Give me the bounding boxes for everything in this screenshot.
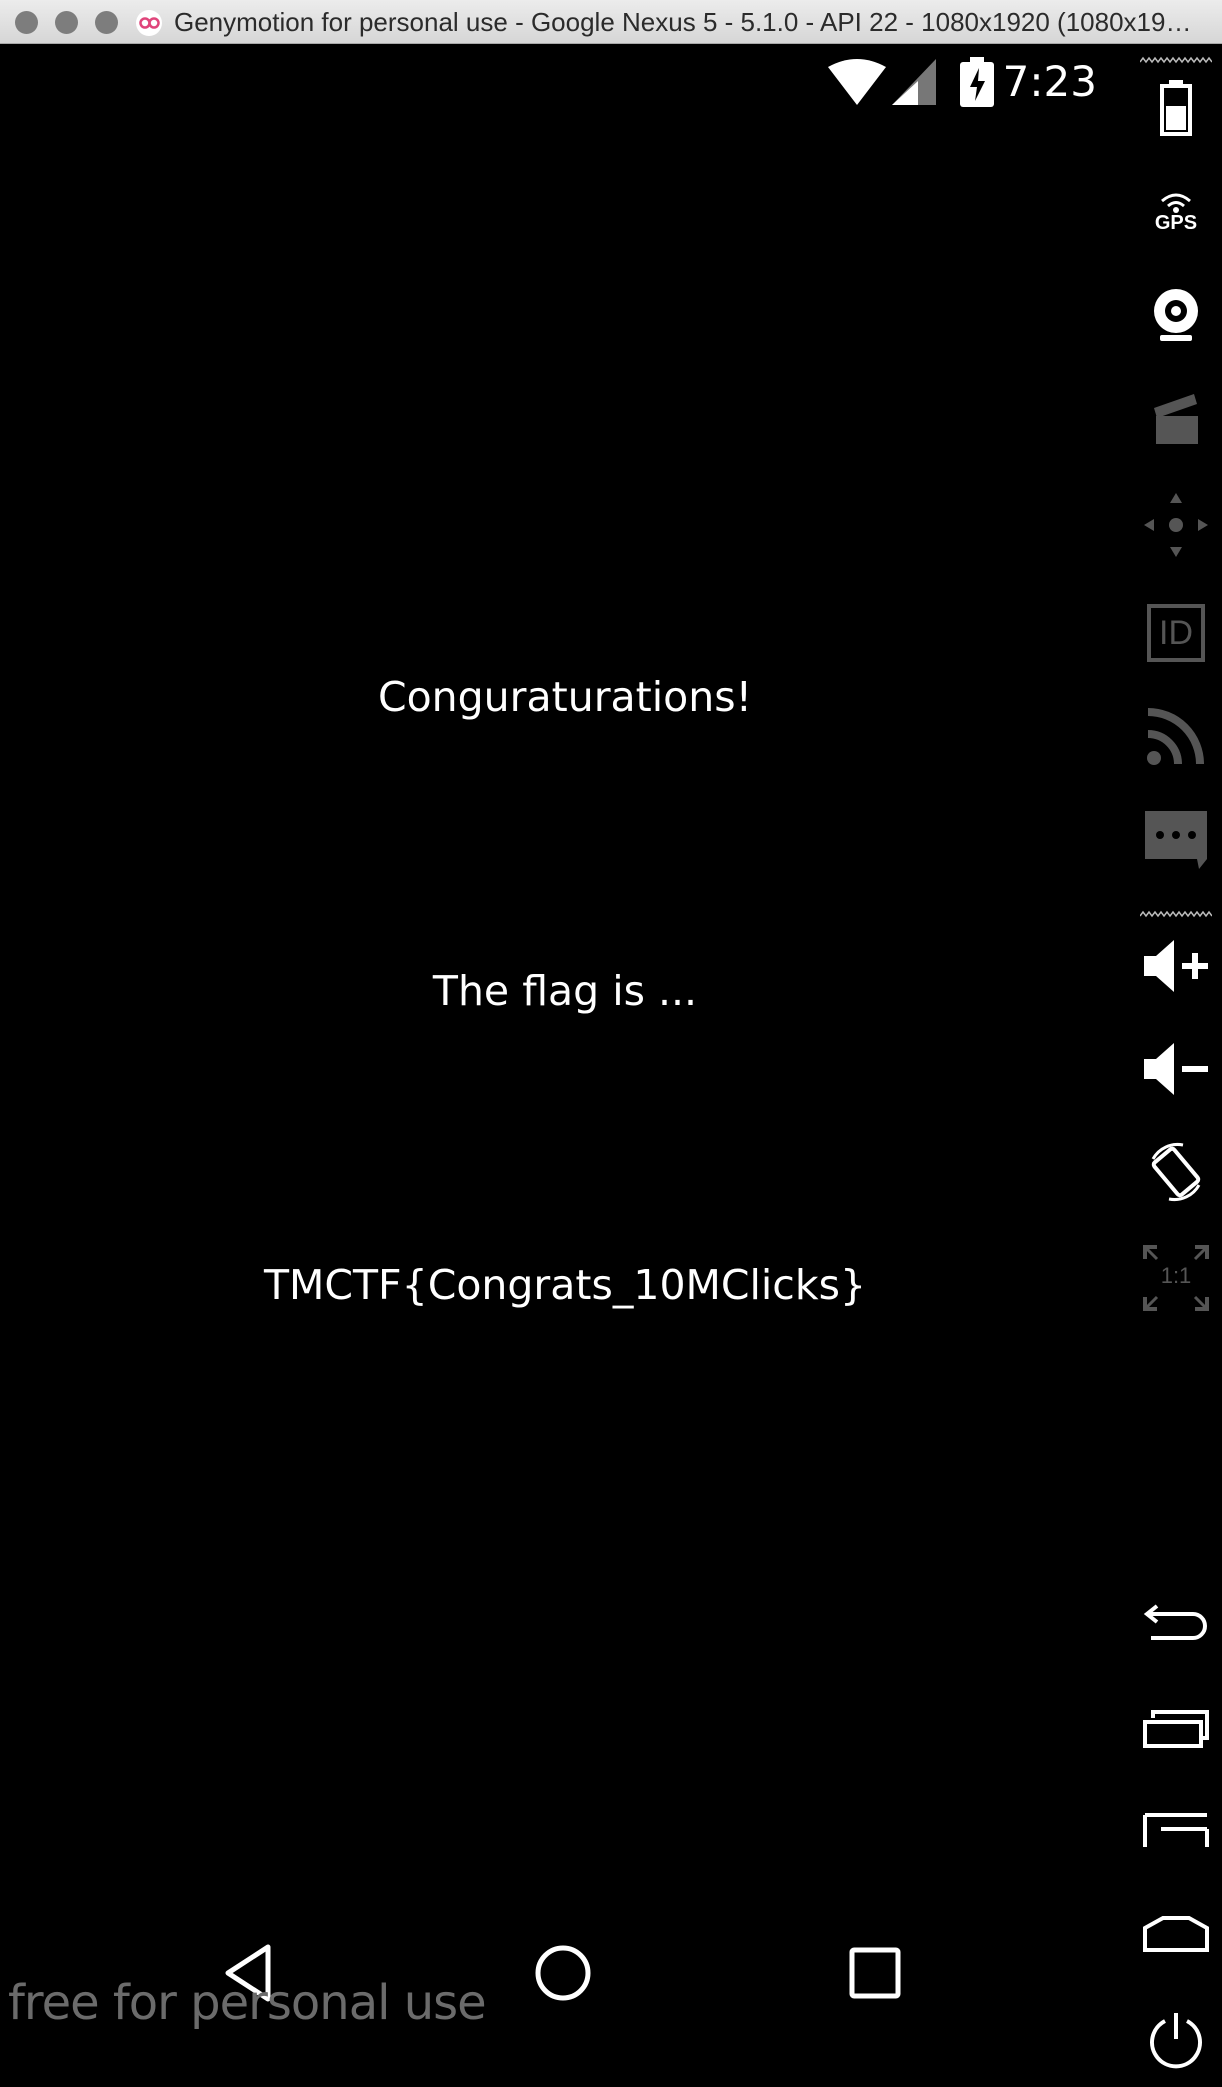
back-button[interactable] — [1130, 1579, 1222, 1669]
gps-icon: GPS — [1155, 191, 1197, 233]
rotate-button[interactable] — [1130, 1129, 1222, 1219]
nav-recents-button[interactable] — [815, 1915, 935, 2035]
status-bar: 7:23 — [0, 45, 1130, 125]
congratulations-text: Conguraturations! — [377, 673, 753, 721]
menu-button[interactable] — [1130, 1788, 1222, 1878]
gps-label: GPS — [1154, 212, 1198, 234]
screencast-widget-button[interactable] — [1130, 377, 1222, 467]
recents-icon — [843, 1941, 907, 2010]
webcam-icon — [1146, 285, 1206, 350]
status-clock: 7:23 — [1002, 57, 1097, 106]
pixel-perfect-icon: 1:1 — [1143, 1245, 1209, 1311]
recent-apps-icon — [1143, 1708, 1209, 1753]
device-id-widget-button[interactable]: ID — [1130, 588, 1222, 678]
close-window-button[interactable] — [15, 11, 38, 34]
recent-apps-button[interactable] — [1130, 1685, 1222, 1775]
device-screen: 7:23 Conguraturations! The flag is ... T… — [0, 45, 1130, 2046]
device-id-icon: ID — [1147, 604, 1205, 662]
rotate-icon — [1143, 1139, 1209, 1210]
power-button[interactable] — [1130, 1997, 1222, 2087]
separator-dots — [1140, 910, 1212, 918]
gps-widget-button[interactable]: GPS — [1130, 167, 1222, 257]
volume-down-button[interactable] — [1130, 1026, 1222, 1116]
zoom-window-button[interactable] — [95, 11, 118, 34]
battery-widget-button[interactable] — [1130, 65, 1222, 155]
sms-icon — [1143, 809, 1209, 876]
screencast-icon — [1150, 392, 1202, 453]
menu-icon — [1143, 1811, 1209, 1856]
id-label: ID — [1159, 613, 1193, 652]
volume-up-button[interactable] — [1130, 923, 1222, 1013]
dpad-icon — [1142, 491, 1210, 564]
battery-icon — [1156, 78, 1196, 143]
dpad-widget-button[interactable] — [1130, 482, 1222, 572]
back-icon — [1143, 1600, 1209, 1649]
cell-signal-icon — [892, 59, 936, 110]
volume-down-icon — [1142, 1041, 1210, 1102]
sms-widget-button[interactable] — [1130, 797, 1222, 887]
genymotion-logo-icon — [136, 10, 162, 36]
wifi-icon — [828, 59, 886, 110]
volume-up-icon — [1142, 938, 1210, 999]
power-icon — [1145, 2009, 1207, 2076]
separator-dots — [1140, 56, 1212, 64]
genymotion-toolbar: GPS ID 1:1 — [1130, 45, 1222, 2068]
network-icon — [1146, 706, 1206, 771]
network-widget-button[interactable] — [1130, 693, 1222, 783]
minimize-window-button[interactable] — [55, 11, 78, 34]
watermark-text: free for personal use — [8, 1975, 487, 2031]
window-title-bar: Genymotion for personal use - Google Nex… — [0, 0, 1222, 44]
battery-charging-icon — [960, 57, 994, 112]
nav-home-button[interactable] — [503, 1915, 623, 2035]
webcam-widget-button[interactable] — [1130, 272, 1222, 362]
pixel-perfect-button[interactable]: 1:1 — [1130, 1233, 1222, 1323]
flag-intro-text: The flag is ... — [432, 967, 698, 1015]
flag-value-text: TMCTF{Congrats_10MClicks} — [263, 1261, 867, 1309]
home-icon — [1143, 1914, 1209, 1959]
home-icon — [531, 1941, 595, 2010]
home-button[interactable] — [1130, 1891, 1222, 1981]
pixel-ratio-label: 1:1 — [1160, 1263, 1192, 1288]
window-title: Genymotion for personal use - Google Nex… — [174, 7, 1204, 37]
